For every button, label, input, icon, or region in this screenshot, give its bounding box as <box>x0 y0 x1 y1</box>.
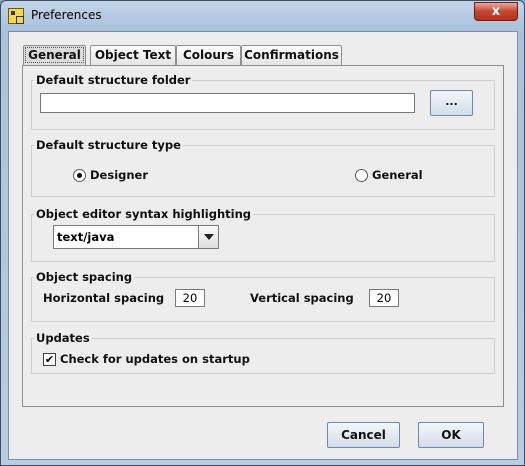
default-folder-group: Default structure folder ... <box>31 73 495 130</box>
tab-colours[interactable]: Colours <box>176 45 241 65</box>
check-updates-label[interactable]: Check for updates on startup <box>60 352 250 366</box>
general-radio[interactable] <box>355 169 368 182</box>
designer-label[interactable]: Designer <box>90 168 148 182</box>
horizontal-spacing-input[interactable]: 20 <box>175 289 205 307</box>
spacing-group: Object spacing Horizontal spacing 20 Ver… <box>31 270 495 322</box>
ok-button[interactable]: OK <box>418 422 484 448</box>
spacing-title: Object spacing <box>34 270 135 284</box>
syntax-select[interactable]: text/java <box>53 225 219 249</box>
syntax-group: Object editor syntax highlighting text/j… <box>31 207 495 262</box>
cancel-button[interactable]: Cancel <box>327 422 400 448</box>
browse-button[interactable]: ... <box>430 90 473 116</box>
default-folder-input[interactable] <box>40 93 415 113</box>
syntax-title: Object editor syntax highlighting <box>34 207 254 221</box>
app-icon <box>8 8 24 24</box>
default-folder-title: Default structure folder <box>34 73 193 87</box>
updates-group: Updates ✔ Check for updates on startup <box>31 331 495 374</box>
tab-object-text[interactable]: Object Text <box>90 45 176 65</box>
structure-type-group: Default structure type Designer General <box>31 138 495 197</box>
general-label[interactable]: General <box>372 168 423 182</box>
tab-general[interactable]: General <box>23 45 86 66</box>
window-title: Preferences <box>31 8 102 22</box>
tab-general-label: General <box>25 47 84 63</box>
check-updates-checkbox[interactable]: ✔ <box>43 353 56 366</box>
preferences-window: Preferences x General Object Text Colour… <box>0 0 525 466</box>
structure-type-title: Default structure type <box>34 138 183 152</box>
horizontal-spacing-label: Horizontal spacing <box>43 291 165 305</box>
designer-radio[interactable] <box>73 169 86 182</box>
dialog-content: General Object Text Colours Confirmation… <box>8 31 518 460</box>
updates-title: Updates <box>34 331 92 345</box>
chevron-down-icon[interactable] <box>198 226 218 248</box>
tab-confirmations[interactable]: Confirmations <box>241 45 342 65</box>
general-panel: Default structure folder ... Default str… <box>22 65 504 407</box>
syntax-select-value: text/java <box>57 230 115 244</box>
close-button[interactable]: x <box>474 2 518 21</box>
vertical-spacing-input[interactable]: 20 <box>369 289 399 307</box>
title-bar[interactable]: Preferences x <box>1 1 524 31</box>
vertical-spacing-label: Vertical spacing <box>250 291 354 305</box>
